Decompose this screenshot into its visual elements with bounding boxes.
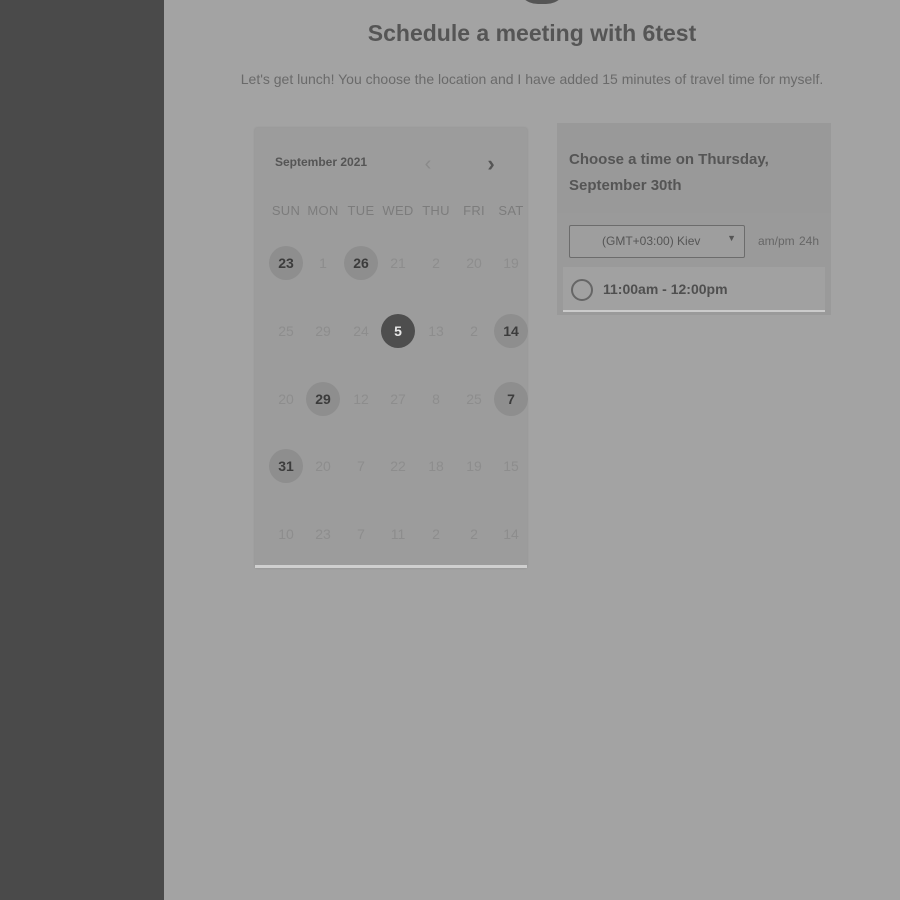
day-cell: 14 (503, 526, 519, 542)
day-cell: 19 (503, 255, 519, 271)
day-cell: 8 (432, 391, 440, 407)
time-slot-label: 11:00am - 12:00pm (603, 281, 728, 297)
day-cell: 15 (503, 458, 519, 474)
day-cell: 24 (353, 323, 369, 339)
day-cell: 12 (353, 391, 369, 407)
day-cell: 11 (390, 526, 406, 542)
day-cell: 10 (278, 526, 294, 542)
timezone-value: (GMT+03:00) Kiev (602, 234, 701, 248)
day-cell-available[interactable]: 23 (269, 246, 303, 280)
day-cell: 22 (390, 458, 406, 474)
sidebar (0, 0, 164, 900)
weekday-label: FRI (463, 203, 485, 218)
weekday-label: SUN (271, 203, 301, 218)
day-cell-available[interactable]: 7 (494, 382, 528, 416)
day-cell-available[interactable]: 14 (494, 314, 528, 348)
day-cell: 1 (319, 255, 327, 271)
time-panel-header: Choose a time on Thursday, September 30t… (557, 123, 831, 213)
day-cell: 13 (428, 323, 444, 339)
day-cell: 2 (470, 526, 478, 542)
day-cell: 20 (315, 458, 331, 474)
day-cell: 20 (278, 391, 294, 407)
time-slot-border (563, 310, 825, 312)
day-cell: 7 (357, 458, 365, 474)
time-panel: Choose a time on Thursday, September 30t… (557, 123, 831, 315)
day-cell: 23 (315, 526, 331, 542)
weekday-label: MON (307, 203, 339, 218)
calendar-month-label: September 2021 (275, 155, 368, 169)
day-cell-selected[interactable]: 5 (381, 314, 415, 348)
caret-down-icon: ▼ (727, 233, 736, 243)
weekday-label: TUE (347, 203, 375, 218)
day-cell: 2 (470, 323, 478, 339)
weekday-label: WED (382, 203, 414, 218)
day-cell: 19 (466, 458, 482, 474)
day-cell: 27 (390, 391, 406, 407)
day-cell: 20 (466, 255, 482, 271)
prev-month-button[interactable]: ‹ (418, 154, 438, 176)
calendar: September 2021 ‹ › SUN MON TUE WED THU FRI SAT… (255, 128, 528, 568)
weekday-label: THU (422, 203, 450, 218)
timezone-select[interactable]: (GMT+03:00) Kiev ▼ (569, 225, 745, 258)
radio-icon (571, 279, 593, 301)
time-panel-title: Choose a time on Thursday, September 30t… (569, 151, 769, 194)
day-cell-available[interactable]: 26 (344, 246, 378, 280)
calendar-bottom-border (255, 565, 527, 568)
host-avatar (516, 0, 568, 4)
next-month-button[interactable]: › (481, 152, 501, 180)
day-cell-available[interactable]: 31 (269, 449, 303, 483)
weekday-label: SAT (498, 203, 524, 218)
day-cell: 25 (278, 323, 294, 339)
day-cell: 2 (432, 526, 440, 542)
time-slot[interactable]: 11:00am - 12:00pm (563, 267, 825, 312)
ampm-toggle[interactable]: am/pm (758, 234, 795, 248)
page-title: Schedule a meeting with 6test (367, 20, 697, 46)
day-cell: 18 (428, 458, 444, 474)
page-description: Let's get lunch! You choose the location… (240, 71, 824, 87)
day-cell: 7 (357, 526, 365, 542)
day-cell-available[interactable]: 29 (306, 382, 340, 416)
24h-toggle[interactable]: 24h (799, 234, 819, 248)
day-cell: 25 (466, 391, 482, 407)
day-cell: 21 (390, 255, 406, 271)
day-cell: 2 (432, 255, 440, 271)
day-cell: 29 (315, 323, 331, 339)
